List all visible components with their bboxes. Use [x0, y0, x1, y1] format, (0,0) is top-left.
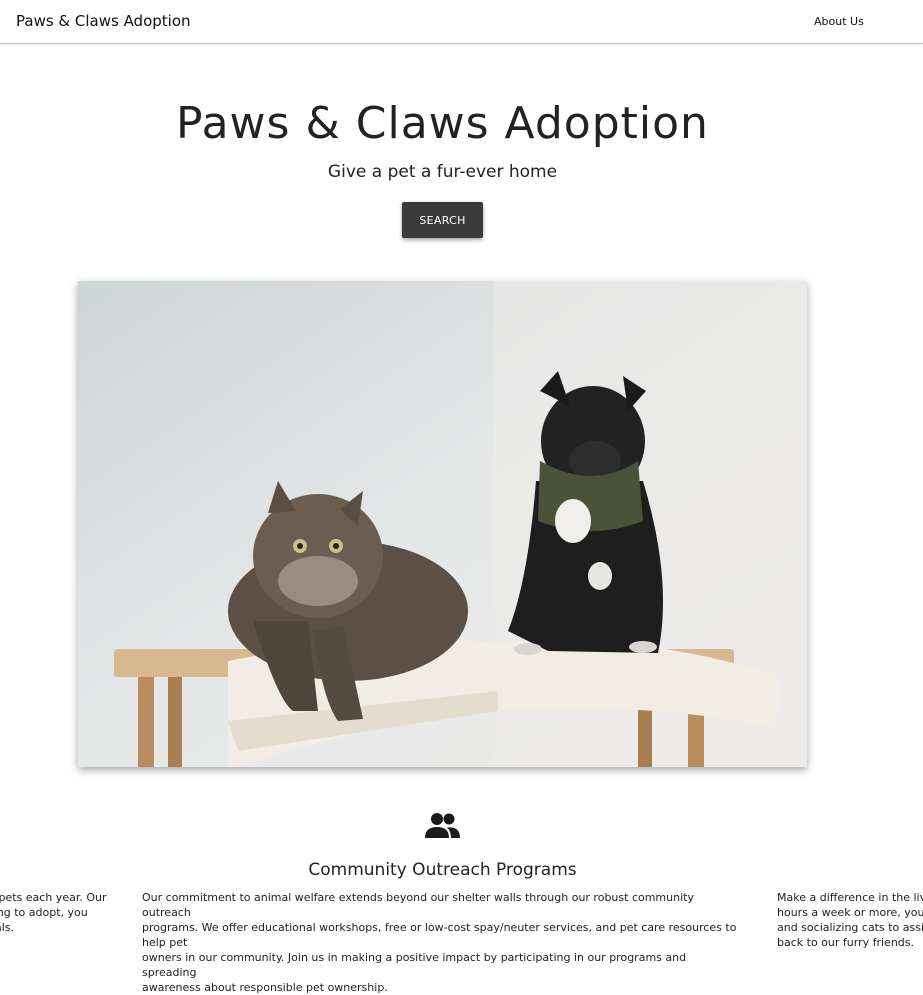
- outreach-description: Our commitment to animal welfare extends…: [142, 891, 737, 994]
- about-us-link[interactable]: About Us: [814, 15, 864, 28]
- hero-subtitle: Give a pet a fur-ever home: [327, 162, 558, 182]
- search-button[interactable]: SEARCH: [402, 202, 483, 238]
- top-navbar: Paws & Claws Adoption About Us: [0, 0, 923, 44]
- outreach-title: Community Outreach Programs: [308, 860, 577, 880]
- hero-photo: [78, 281, 807, 767]
- people-icon: [425, 813, 460, 838]
- hero-title: Paws & Claws Adoption: [176, 98, 709, 149]
- right-column-text: Make a difference in the lives hours a w…: [777, 891, 923, 949]
- brand-title[interactable]: Paws & Claws Adoption: [16, 12, 191, 30]
- left-column-text: 0 pets each year. Our sing to adopt, you…: [0, 891, 107, 934]
- cat-and-pug-illustration: [78, 281, 807, 767]
